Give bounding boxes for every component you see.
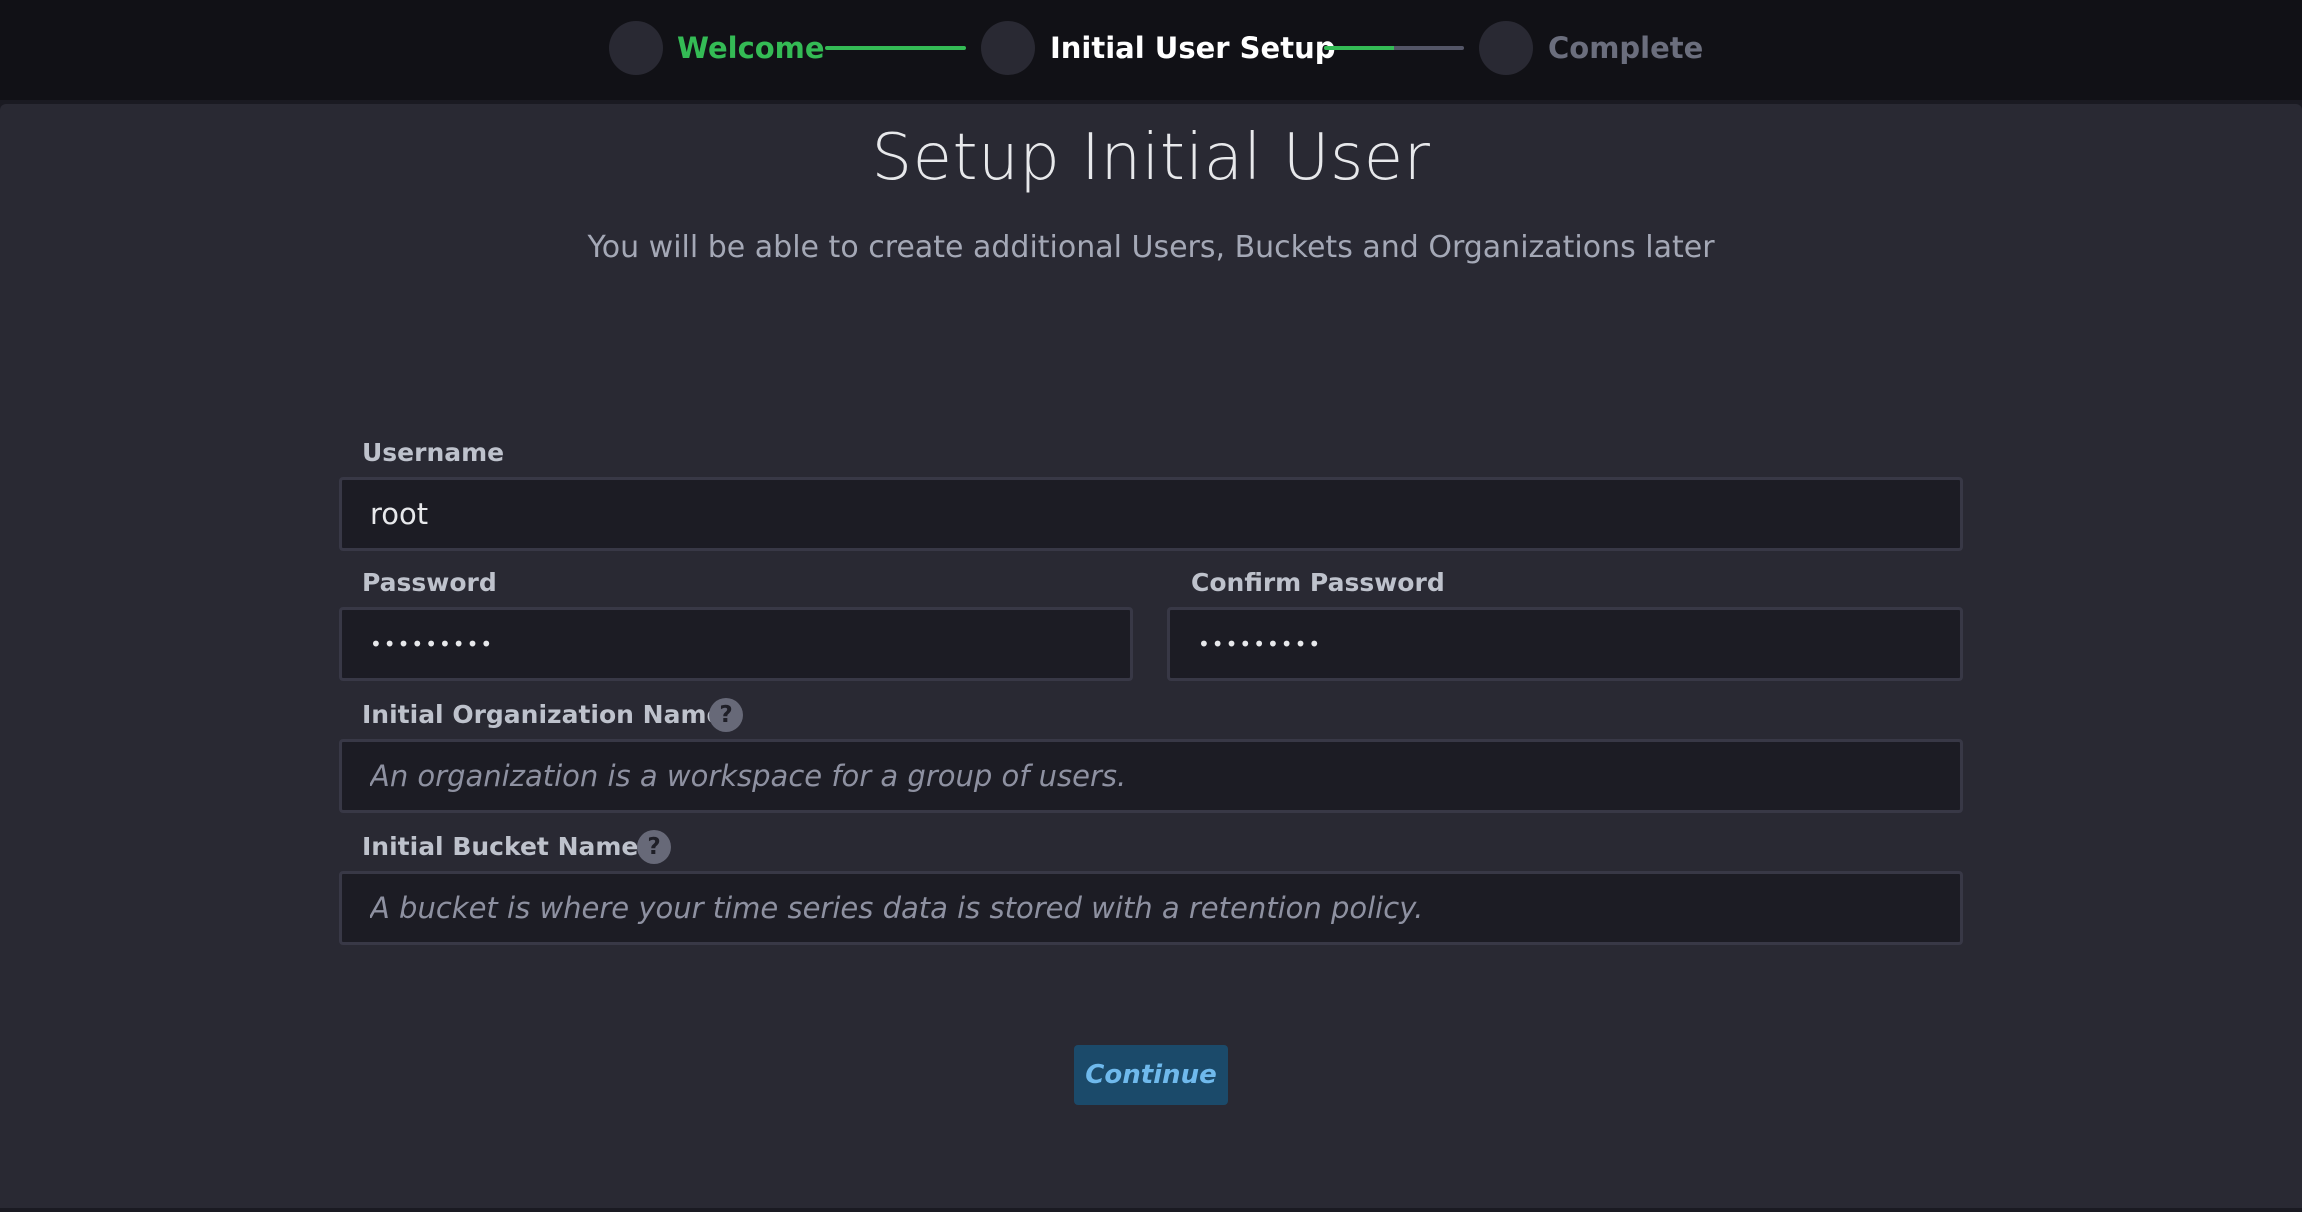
- step-initial-user-setup-label: Initial User Setup: [1050, 31, 1336, 65]
- step-connector-1-fill: [825, 46, 966, 50]
- step-initial-user-setup-indicator: [981, 21, 1035, 75]
- password-input[interactable]: [339, 607, 1133, 681]
- confirm-password-label: Confirm Password: [1191, 568, 1445, 597]
- page-subtitle: You will be able to create additional Us…: [587, 230, 1715, 265]
- setup-stepper: Welcome Initial User Setup Complete: [0, 0, 2302, 100]
- confirm-password-input[interactable]: [1167, 607, 1963, 681]
- organization-help-icon[interactable]: ?: [709, 698, 743, 732]
- organization-name-label: Initial Organization Name: [362, 700, 724, 729]
- step-complete-label: Complete: [1548, 31, 1704, 65]
- step-connector-2: [1324, 46, 1464, 50]
- username-input[interactable]: [339, 477, 1963, 551]
- bucket-name-label: Initial Bucket Name: [362, 832, 639, 861]
- page-title: Setup Initial User: [871, 121, 1431, 195]
- step-connector-2-fill: [1324, 46, 1394, 50]
- step-connector-1: [825, 46, 966, 50]
- step-welcome-indicator: [609, 21, 663, 75]
- continue-button[interactable]: Continue: [1074, 1045, 1228, 1105]
- bucket-help-icon[interactable]: ?: [637, 830, 671, 864]
- username-label: Username: [362, 438, 505, 467]
- organization-name-input[interactable]: [339, 739, 1963, 813]
- password-label: Password: [362, 568, 497, 597]
- bucket-name-input[interactable]: [339, 871, 1963, 945]
- step-welcome-label: Welcome: [677, 31, 825, 65]
- step-complete-indicator: [1479, 21, 1533, 75]
